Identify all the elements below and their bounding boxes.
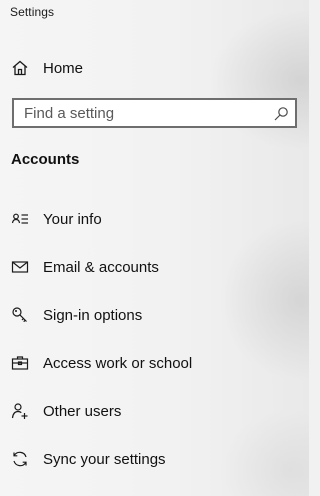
home-icon: [10, 58, 30, 78]
mail-icon: [10, 257, 30, 277]
nav-other-users-label: Other users: [43, 402, 122, 420]
add-user-icon: [10, 401, 30, 421]
nav-sign-in-options-label: Sign-in options: [43, 306, 143, 324]
nav-sync-settings[interactable]: Sync your settings: [0, 439, 309, 479]
sync-icon: [10, 449, 30, 469]
window-title: Settings: [10, 5, 55, 19]
key-icon: [10, 305, 30, 325]
nav-other-users[interactable]: Other users: [0, 391, 309, 431]
search-icon[interactable]: [273, 106, 289, 122]
nav-email-accounts-label: Email & accounts: [43, 258, 159, 276]
section-heading-accounts: Accounts: [11, 151, 80, 168]
nav-email-accounts[interactable]: Email & accounts: [0, 247, 309, 287]
nav-sign-in-options[interactable]: Sign-in options: [0, 295, 309, 335]
nav-your-info-label: Your info: [43, 210, 102, 228]
nav-your-info[interactable]: Your info: [0, 199, 309, 239]
nav-access-work-school-label: Access work or school: [43, 354, 193, 372]
nav-home-label: Home: [43, 59, 84, 77]
nav-sync-settings-label: Sync your settings: [43, 450, 166, 468]
settings-sidebar: Settings Home Accounts: [0, 0, 309, 496]
briefcase-icon: [10, 353, 30, 373]
contact-card-icon: [10, 209, 30, 229]
search-box[interactable]: [12, 98, 297, 128]
search-input[interactable]: [24, 103, 264, 123]
nav-home[interactable]: Home: [0, 48, 309, 88]
nav-access-work-school[interactable]: Access work or school: [0, 343, 309, 383]
